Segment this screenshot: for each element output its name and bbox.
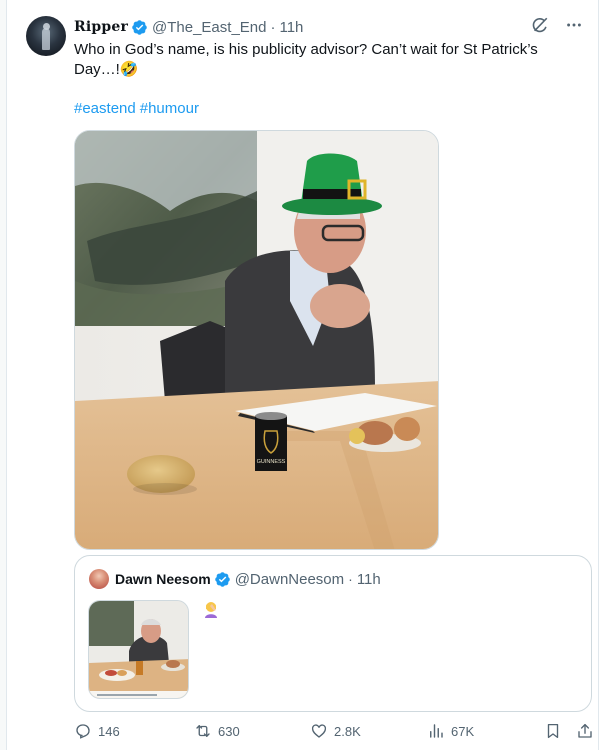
quoted-author-name: Dawn Neesom xyxy=(115,571,211,587)
separator-dot: · xyxy=(348,571,353,587)
repost-count: 630 xyxy=(218,723,240,739)
quoted-image-illustration xyxy=(89,601,188,698)
separator-dot: · xyxy=(270,18,276,36)
reply-icon xyxy=(76,724,90,739)
post-time[interactable]: 11h xyxy=(279,19,303,36)
quoted-post-image[interactable] xyxy=(88,600,189,699)
grok-icon[interactable] xyxy=(530,15,550,35)
verified-badge-icon xyxy=(214,571,230,587)
hashtag-link[interactable]: #humour xyxy=(140,100,199,117)
quoted-author-avatar xyxy=(89,569,109,589)
author-handle[interactable]: @The_East_End xyxy=(152,19,266,36)
avatar-silhouette-body xyxy=(42,28,50,50)
author-name[interactable]: Ripper xyxy=(74,19,128,35)
view-count: 67K xyxy=(451,723,475,739)
tweet-card: Ripper @The_East_End · 11h Who in God’s … xyxy=(6,0,599,750)
quoted-post-time: 11h xyxy=(356,570,381,588)
share-button[interactable] xyxy=(576,722,599,740)
verified-badge-icon xyxy=(132,19,147,35)
can-label: GUINNESS xyxy=(257,459,286,465)
quoted-author-handle: @DawnNeesom xyxy=(234,570,345,588)
bookmark-icon xyxy=(547,723,559,739)
hashtag-link[interactable]: #eastend xyxy=(74,100,136,117)
post-header: Ripper @The_East_End · 11h xyxy=(74,17,303,37)
views-icon xyxy=(430,724,443,738)
post-top-actions xyxy=(530,15,584,35)
like-button[interactable]: 2.8K xyxy=(310,722,361,740)
bookmark-button[interactable] xyxy=(544,722,568,740)
reply-count: 146 xyxy=(98,723,120,739)
repost-button[interactable]: 630 xyxy=(194,722,240,740)
engagement-bar: 146 630 2.8K 67K xyxy=(74,722,594,744)
post-hashtags: #eastend #humour xyxy=(74,99,203,119)
more-icon[interactable] xyxy=(564,15,584,35)
facepalm-emoji-icon xyxy=(205,602,217,618)
author-avatar[interactable] xyxy=(26,16,66,56)
post-text: Who in God’s name, is his publicity advi… xyxy=(74,41,538,78)
post-image-illustration: GUINNESS xyxy=(75,131,438,549)
views-button[interactable]: 67K xyxy=(427,722,474,740)
reply-button[interactable]: 146 xyxy=(74,722,120,740)
repost-icon xyxy=(196,725,210,737)
post-image[interactable]: GUINNESS xyxy=(74,130,439,550)
like-icon xyxy=(311,724,327,738)
quoted-post[interactable]: Dawn Neesom @DawnNeesom · 11h xyxy=(74,555,592,712)
like-count: 2.8K xyxy=(334,723,361,739)
quoted-post-header: Dawn Neesom @DawnNeesom · 11h xyxy=(115,569,381,589)
share-icon xyxy=(578,723,592,738)
